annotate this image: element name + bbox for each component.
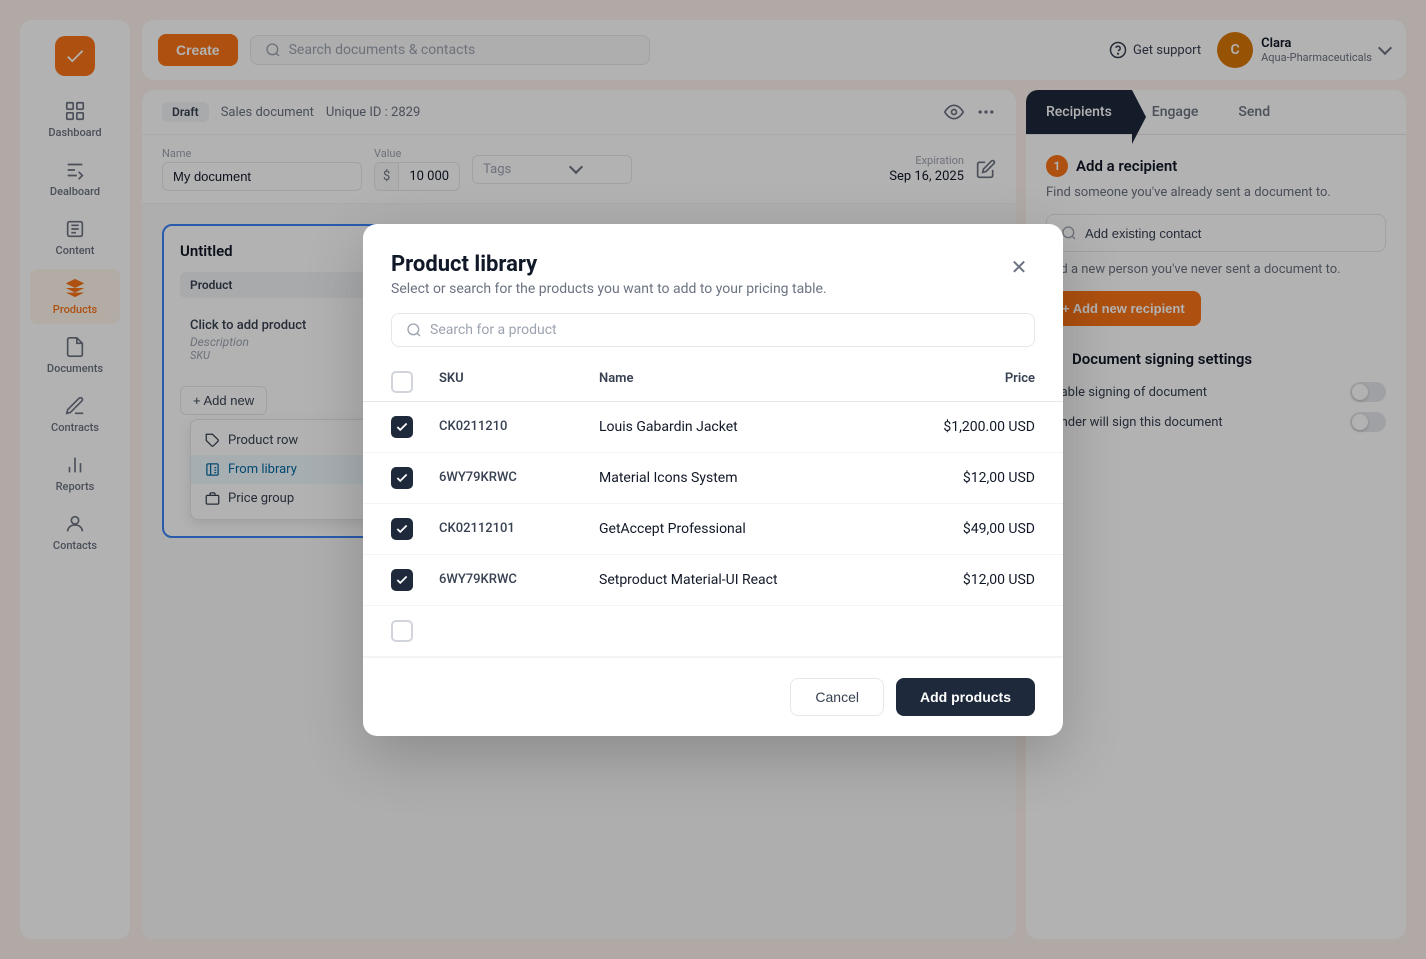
product-checkbox-1[interactable] <box>391 416 413 438</box>
modal-header: Product library Select or search for the… <box>363 224 1063 313</box>
select-all-checkbox[interactable] <box>391 371 413 393</box>
modal-product-list: CK0211210 Louis Gabardin Jacket $1,200.0… <box>363 402 1063 657</box>
table-row <box>363 606 1063 657</box>
modal-overlay[interactable]: Product library Select or search for the… <box>0 0 1426 959</box>
modal-table-header: SKU Name Price <box>363 363 1063 402</box>
product-sku-2: 6WY79KRWC <box>439 470 599 485</box>
product-library-modal: Product library Select or search for the… <box>363 224 1063 736</box>
cancel-button[interactable]: Cancel <box>790 678 884 716</box>
product-checkbox-4[interactable] <box>391 569 413 591</box>
product-sku-4: 6WY79KRWC <box>439 572 599 587</box>
product-price-3: $49,00 USD <box>915 521 1035 537</box>
modal-close-button[interactable]: ✕ <box>1003 252 1035 284</box>
table-row: CK0211210 Louis Gabardin Jacket $1,200.0… <box>363 402 1063 453</box>
modal-footer: Cancel Add products <box>363 657 1063 736</box>
check-icon <box>395 420 409 434</box>
product-price-2: $12,00 USD <box>915 470 1035 486</box>
product-checkbox-2[interactable] <box>391 467 413 489</box>
check-icon <box>395 471 409 485</box>
table-row: CK02112101 GetAccept Professional $49,00… <box>363 504 1063 555</box>
modal-search-icon <box>406 322 422 338</box>
name-header: Name <box>599 371 915 393</box>
product-name-1: Louis Gabardin Jacket <box>599 419 915 435</box>
product-name-2: Material Icons System <box>599 470 915 486</box>
product-price-1: $1,200.00 USD <box>915 419 1035 435</box>
price-header: Price <box>915 371 1035 393</box>
modal-title: Product library <box>391 252 827 277</box>
table-row: 6WY79KRWC Setproduct Material-UI React $… <box>363 555 1063 606</box>
table-row: 6WY79KRWC Material Icons System $12,00 U… <box>363 453 1063 504</box>
product-name-3: GetAccept Professional <box>599 521 915 537</box>
product-sku-1: CK0211210 <box>439 419 599 434</box>
add-products-button[interactable]: Add products <box>896 678 1035 716</box>
sku-header: SKU <box>439 371 599 393</box>
product-checkbox-5[interactable] <box>391 620 413 642</box>
product-name-4: Setproduct Material-UI React <box>599 572 915 588</box>
modal-subtitle: Select or search for the products you wa… <box>391 281 827 297</box>
check-icon <box>395 522 409 536</box>
product-checkbox-3[interactable] <box>391 518 413 540</box>
modal-search-placeholder: Search for a product <box>430 322 557 338</box>
modal-search[interactable]: Search for a product <box>391 313 1035 347</box>
product-sku-3: CK02112101 <box>439 521 599 536</box>
product-price-4: $12,00 USD <box>915 572 1035 588</box>
check-icon <box>395 573 409 587</box>
